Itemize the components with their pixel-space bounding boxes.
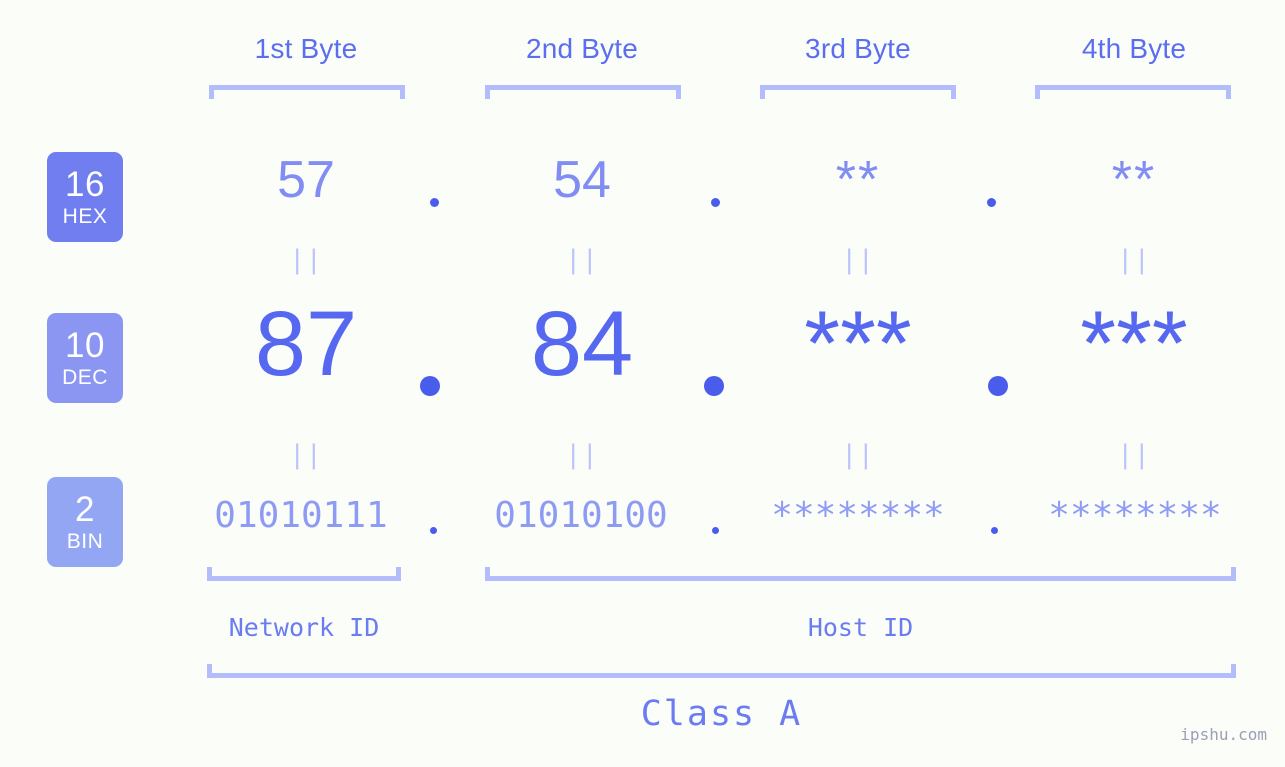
hex-separator-dot-3	[987, 198, 996, 207]
hex-byte-2: 54	[553, 151, 611, 209]
byte-header-4: 4th Byte	[1004, 33, 1264, 65]
byte-header-3: 3rd Byte	[728, 33, 988, 65]
dec-byte-4: ***	[1080, 293, 1188, 395]
bin-separator-dot-2	[712, 527, 719, 534]
equals-mark-dec-bin-2: ||	[565, 440, 599, 470]
watermark: ipshu.com	[1180, 725, 1267, 744]
byte-bracket-top-4	[1035, 85, 1231, 99]
equals-mark-dec-bin-4: ||	[1117, 440, 1151, 470]
class-bracket	[207, 664, 1236, 678]
bin-byte-1: 01010111	[214, 495, 388, 536]
bin-separator-dot-3	[991, 527, 998, 534]
radix-badge-bin-number: 2	[75, 490, 95, 529]
class-label: Class A	[640, 694, 803, 734]
radix-badge-bin-label: BIN	[66, 530, 104, 553]
byte-header-2: 2nd Byte	[452, 33, 712, 65]
equals-mark-dec-bin-3: ||	[841, 440, 875, 470]
bin-byte-2: 01010100	[494, 495, 668, 536]
network-id-label: Network ID	[228, 613, 380, 642]
dec-separator-dot-1	[420, 376, 440, 396]
byte-bracket-top-3	[760, 85, 956, 99]
radix-badge-dec-number: 10	[65, 326, 105, 365]
equals-mark-hex-dec-1: ||	[289, 245, 323, 275]
hex-byte-4: **	[1111, 151, 1157, 209]
hex-byte-1: 57	[277, 151, 335, 209]
radix-badge-dec-label: DEC	[62, 366, 108, 389]
byte-header-4-label: 4th Byte	[1081, 33, 1187, 64]
equals-mark-hex-dec-3: ||	[841, 245, 875, 275]
ip-address-breakdown-diagram: 1st Byte 2nd Byte 3rd Byte 4th Byte 16 H…	[0, 0, 1285, 767]
dec-byte-1: 87	[254, 293, 358, 395]
dec-separator-dot-3	[988, 376, 1008, 396]
equals-mark-hex-dec-4: ||	[1117, 245, 1151, 275]
host-id-label: Host ID	[807, 613, 914, 642]
byte-bracket-top-1	[209, 85, 405, 99]
byte-header-1-label: 1st Byte	[254, 33, 358, 64]
radix-badge-dec: 10 DEC	[47, 313, 123, 403]
hex-separator-dot-2	[711, 198, 720, 207]
network-id-bracket	[207, 567, 401, 581]
bin-byte-4: ********	[1048, 495, 1222, 536]
hex-separator-dot-1	[430, 198, 439, 207]
byte-header-1: 1st Byte	[176, 33, 436, 65]
equals-mark-dec-bin-1: ||	[289, 440, 323, 470]
bin-byte-3: ********	[771, 495, 945, 536]
dec-byte-3: ***	[804, 293, 912, 395]
byte-header-2-label: 2nd Byte	[525, 33, 639, 64]
bin-separator-dot-1	[430, 527, 437, 534]
host-id-bracket	[485, 567, 1236, 581]
dec-byte-2: 84	[530, 293, 634, 395]
byte-bracket-top-2	[485, 85, 681, 99]
equals-mark-hex-dec-2: ||	[565, 245, 599, 275]
byte-header-3-label: 3rd Byte	[805, 33, 911, 64]
radix-badge-hex-label: HEX	[62, 205, 108, 228]
hex-byte-3: **	[835, 151, 881, 209]
radix-badge-bin: 2 BIN	[47, 477, 123, 567]
radix-badge-hex: 16 HEX	[47, 152, 123, 242]
dec-separator-dot-2	[704, 376, 724, 396]
radix-badge-hex-number: 16	[65, 165, 105, 204]
